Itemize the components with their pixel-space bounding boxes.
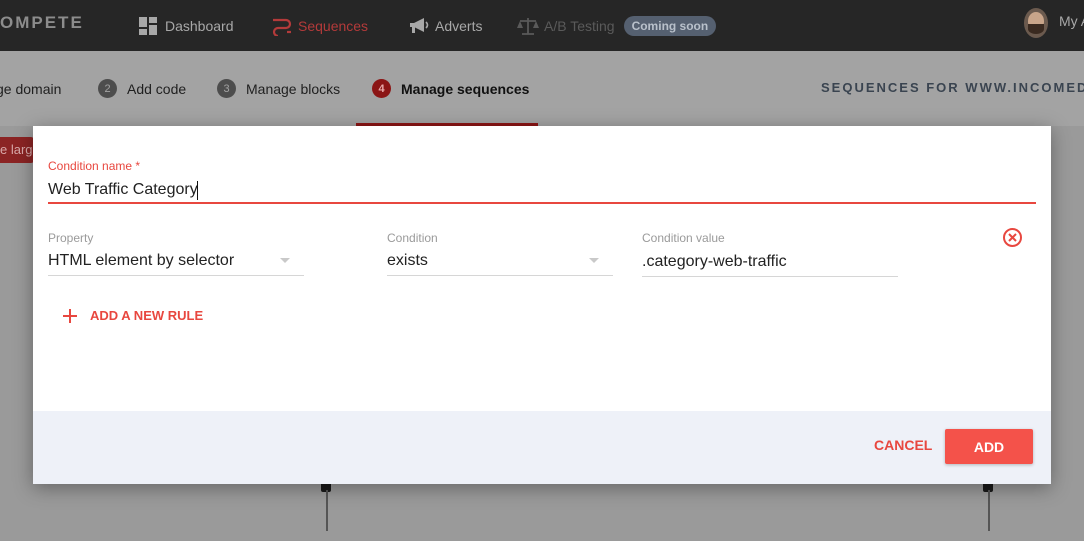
step-label: Manage blocks bbox=[246, 80, 341, 97]
remove-rule-button[interactable] bbox=[1003, 228, 1022, 247]
brand-logo[interactable]: OMPETE bbox=[0, 13, 84, 33]
nav-item-label: Sequences bbox=[298, 17, 369, 34]
coming-soon-badge: Coming soon bbox=[623, 15, 717, 36]
condition-value-label: Condition value bbox=[642, 231, 725, 245]
chevron-down-icon bbox=[589, 258, 599, 263]
condition-select[interactable]: exists bbox=[387, 246, 613, 276]
background-connector bbox=[326, 490, 328, 531]
property-label: Property bbox=[48, 231, 94, 245]
step-number: 2 bbox=[98, 79, 117, 98]
condition-value-input[interactable] bbox=[642, 248, 898, 277]
nav-item-ab-testing[interactable]: A/B Testing Coming soon bbox=[517, 0, 717, 51]
property-select[interactable]: HTML element by selector bbox=[48, 246, 304, 276]
nav-item-label: Dashboard bbox=[165, 17, 234, 34]
nav-item-dashboard[interactable]: Dashboard bbox=[138, 0, 234, 51]
background-tag: e larg bbox=[0, 137, 34, 163]
step-number: 4 bbox=[372, 79, 391, 98]
background-connector bbox=[988, 490, 990, 531]
top-nav: OMPETE Dashboard Sequences Adverts A/B T… bbox=[0, 0, 1084, 51]
step-manage-sequences[interactable]: 4 Manage sequences bbox=[372, 51, 529, 126]
add-button[interactable]: ADD bbox=[945, 429, 1033, 464]
step-add-code[interactable]: 2 Add code bbox=[98, 51, 186, 126]
nav-item-adverts[interactable]: Adverts bbox=[408, 0, 482, 51]
cancel-button[interactable]: CANCEL bbox=[874, 437, 932, 453]
condition-name-label: Condition name * bbox=[48, 159, 141, 173]
add-rule-button[interactable]: ADD A NEW RULE bbox=[63, 308, 203, 323]
close-icon bbox=[1008, 233, 1017, 242]
nav-item-label: Adverts bbox=[435, 17, 483, 34]
step-label: Manage sequences bbox=[401, 80, 530, 97]
add-rule-label: ADD A NEW RULE bbox=[90, 308, 204, 323]
property-selected-value: HTML element by selector bbox=[48, 251, 235, 269]
chevron-down-icon bbox=[280, 258, 290, 263]
step-label: ge domain bbox=[0, 80, 62, 97]
dialog-footer: CANCEL ADD bbox=[33, 411, 1051, 484]
account-menu[interactable]: My A bbox=[1059, 13, 1084, 29]
step-label: Add code bbox=[127, 80, 187, 97]
condition-dialog: Condition name * Property HTML element b… bbox=[33, 126, 1051, 484]
avatar[interactable] bbox=[1024, 8, 1048, 38]
nav-item-label: A/B Testing bbox=[544, 17, 615, 34]
step-manage-blocks[interactable]: 3 Manage blocks bbox=[217, 51, 340, 126]
step-manage-domain[interactable]: ge domain bbox=[0, 51, 61, 126]
condition-label: Condition bbox=[387, 231, 438, 245]
megaphone-icon bbox=[408, 16, 429, 36]
step-number: 3 bbox=[217, 79, 236, 98]
dashboard-icon bbox=[138, 16, 158, 36]
sequences-title: SEQUENCES FOR WWW.INCOMED bbox=[821, 80, 1084, 95]
sequences-icon bbox=[271, 16, 292, 37]
condition-selected-value: exists bbox=[387, 251, 428, 269]
nav-item-sequences[interactable]: Sequences bbox=[271, 0, 368, 51]
plus-icon bbox=[63, 308, 77, 323]
scales-icon bbox=[517, 16, 539, 36]
text-cursor bbox=[197, 181, 198, 200]
